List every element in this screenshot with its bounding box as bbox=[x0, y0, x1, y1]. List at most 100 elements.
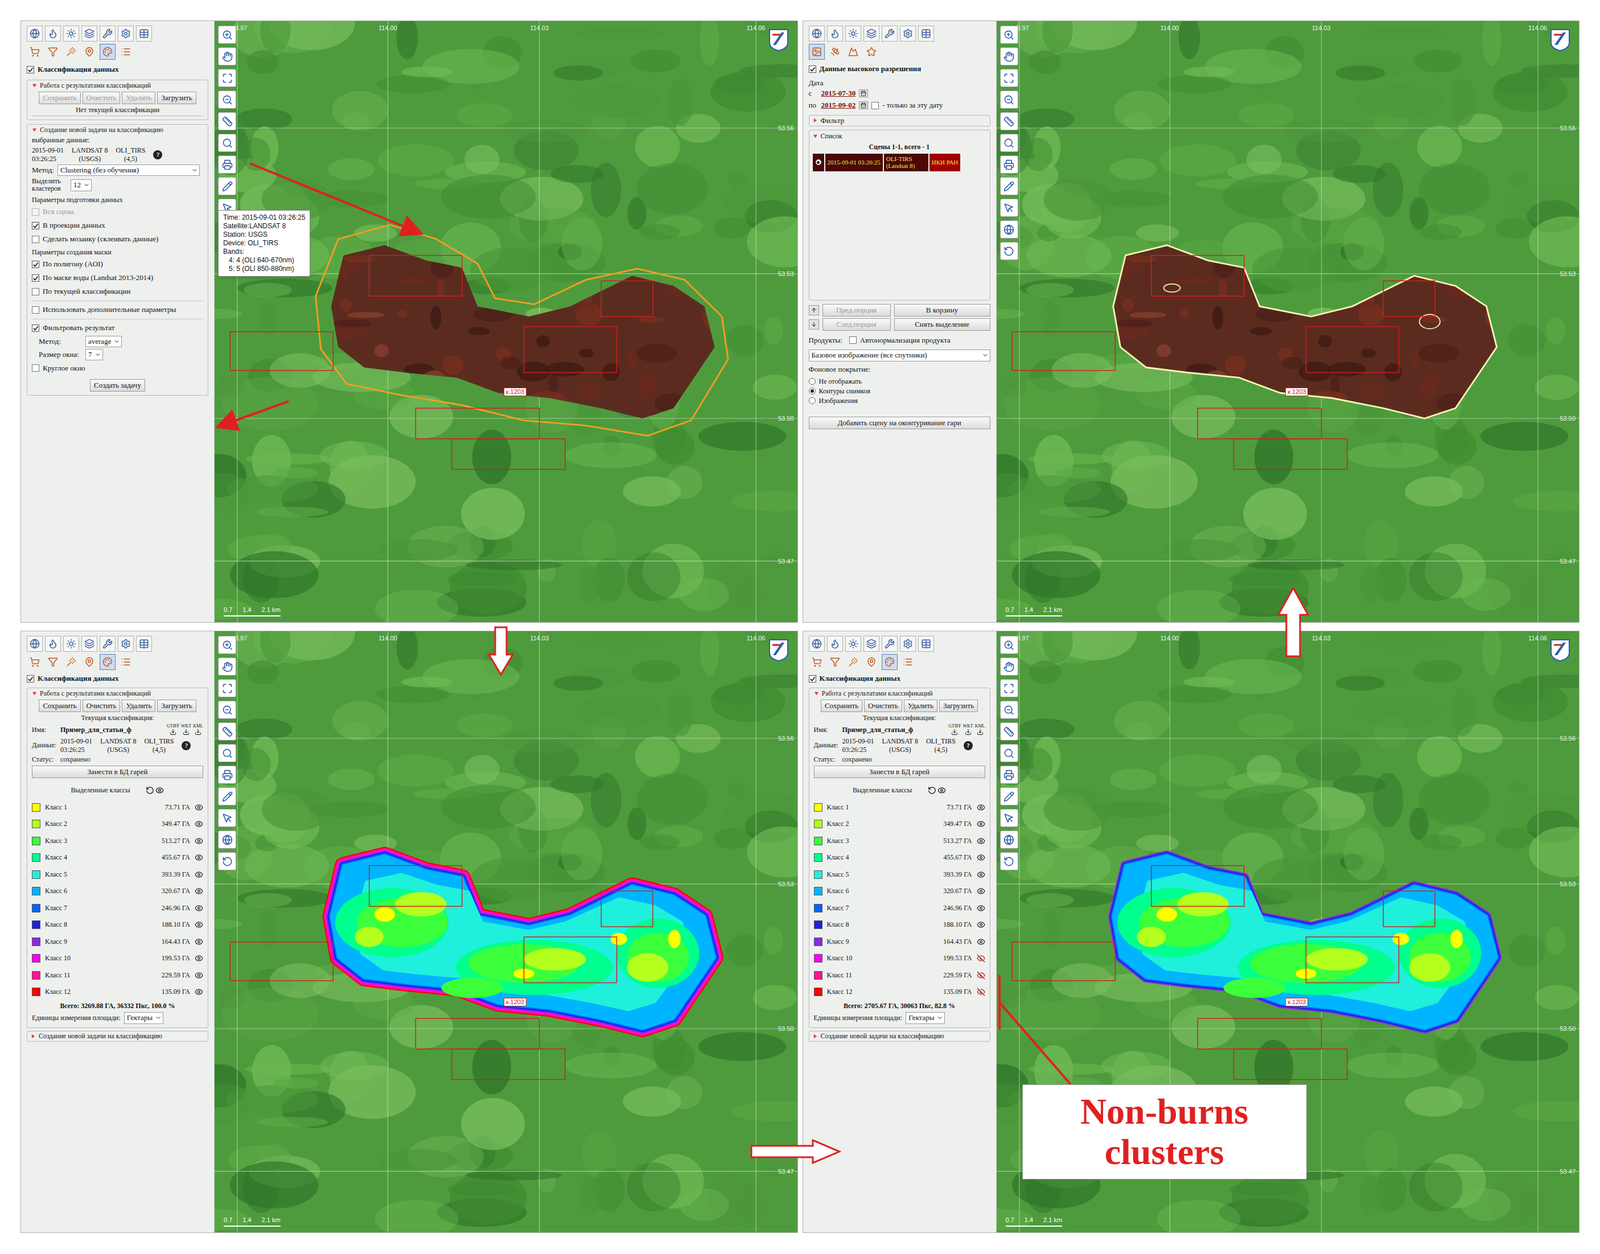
tool-tab[interactable] bbox=[63, 43, 80, 60]
eye-icon[interactable] bbox=[194, 920, 204, 929]
class-row[interactable]: Класс 7246.96 ГА bbox=[813, 899, 986, 917]
new-task-header[interactable]: Создание новой задачи на классификацию bbox=[808, 1030, 991, 1042]
fieldset-title[interactable]: Работа с результатами классификаций bbox=[31, 689, 204, 698]
map-tool-button[interactable] bbox=[1000, 198, 1019, 217]
button[interactable]: Загрузить bbox=[939, 699, 978, 713]
eye-icon[interactable] bbox=[976, 937, 986, 946]
class-row[interactable]: Класс 7246.96 ГА bbox=[31, 899, 204, 917]
tool-tab[interactable] bbox=[827, 654, 843, 670]
map-tool-button[interactable] bbox=[218, 112, 237, 131]
scene-row[interactable]: 2015-09-01 03:26:25OLI-TIRS (Landsat 8)И… bbox=[812, 153, 987, 172]
button[interactable]: В корзину bbox=[894, 303, 991, 317]
map[interactable]: 113.97114.00114.03114.0653.5653.5353.505… bbox=[214, 21, 798, 623]
checkbox-box[interactable] bbox=[31, 324, 40, 332]
map-tool-button[interactable] bbox=[218, 47, 237, 66]
tool-tab[interactable] bbox=[863, 43, 880, 60]
satellite-map[interactable] bbox=[996, 21, 1580, 623]
eye-icon[interactable] bbox=[194, 819, 204, 829]
class-row[interactable]: Класс 8188.10 ГА bbox=[813, 916, 986, 934]
button[interactable]: Удалить bbox=[903, 699, 938, 713]
map-tool-button[interactable] bbox=[218, 787, 237, 806]
map-tool-button[interactable] bbox=[218, 155, 237, 174]
tool-tab[interactable] bbox=[845, 43, 862, 60]
checkbox-box[interactable] bbox=[31, 364, 40, 372]
class-row[interactable]: Класс 10199.53 ГА bbox=[31, 949, 204, 968]
map-tool-button[interactable] bbox=[1000, 808, 1019, 828]
checkbox-box[interactable] bbox=[849, 336, 857, 344]
tool-button[interactable] bbox=[63, 635, 80, 652]
checkbox-box[interactable] bbox=[31, 208, 40, 216]
button[interactable]: Сохранить bbox=[38, 91, 81, 105]
map[interactable]: 113.97114.00114.03114.0653.5653.5353.505… bbox=[214, 631, 798, 1233]
help-icon[interactable]: ? bbox=[963, 741, 973, 751]
map-tool-button[interactable] bbox=[1000, 635, 1019, 655]
calendar-button[interactable] bbox=[858, 89, 869, 98]
checkbox-box[interactable] bbox=[31, 235, 40, 244]
button[interactable]: Очистить bbox=[82, 699, 121, 713]
tool-button[interactable] bbox=[863, 25, 880, 42]
toggle-all-icon[interactable] bbox=[145, 786, 155, 795]
tool-button[interactable] bbox=[136, 25, 152, 42]
class-row[interactable]: Класс 5393.39 ГА bbox=[813, 865, 986, 883]
class-row[interactable]: Класс 2349.47 ГА bbox=[813, 815, 986, 833]
button[interactable]: Очистить bbox=[864, 699, 903, 713]
radio[interactable]: Изображения bbox=[808, 396, 991, 406]
eye-off-icon[interactable] bbox=[976, 987, 986, 997]
tool-tab[interactable] bbox=[99, 654, 116, 670]
map-tool-button[interactable] bbox=[1000, 155, 1019, 174]
checkbox-box[interactable] bbox=[31, 260, 40, 269]
fire-label[interactable]: к.1203 bbox=[503, 997, 527, 1007]
map-tool-button[interactable] bbox=[218, 133, 237, 152]
checkbox[interactable]: Автонормализация продукта bbox=[849, 334, 951, 347]
checkbox[interactable]: Круглое окно bbox=[31, 362, 204, 374]
map-tool-button[interactable] bbox=[1000, 787, 1019, 806]
tool-tab[interactable] bbox=[845, 654, 862, 670]
map-tool-button[interactable] bbox=[1000, 47, 1019, 66]
tool-button[interactable] bbox=[808, 635, 825, 652]
checkbox[interactable]: По текущей классификации bbox=[31, 285, 204, 298]
format-link[interactable]: GTIFF bbox=[948, 724, 961, 736]
collapse-icon[interactable] bbox=[812, 133, 818, 139]
class-row[interactable]: Класс 3513.27 ГА bbox=[813, 832, 986, 850]
eye-icon[interactable] bbox=[194, 886, 204, 896]
button[interactable]: Занести в БД гарей bbox=[31, 765, 204, 779]
tool-tab[interactable] bbox=[117, 654, 134, 670]
eye-icon[interactable] bbox=[194, 836, 204, 846]
select[interactable]: Гектары bbox=[905, 1012, 945, 1024]
tool-button[interactable] bbox=[81, 25, 98, 42]
checkbox[interactable]: Использовать дополнительные параметры bbox=[31, 303, 204, 316]
checkbox-box[interactable] bbox=[31, 221, 40, 230]
eye-icon[interactable] bbox=[976, 903, 986, 913]
checkbox[interactable]: По маске воды (Landsat 2013-2014) bbox=[31, 272, 204, 285]
checkbox-box[interactable] bbox=[808, 675, 817, 683]
fieldset-title[interactable]: Работа с результатами классификаций bbox=[31, 81, 204, 90]
checkbox[interactable]: Классификация данных bbox=[808, 672, 991, 685]
map-tool-button[interactable] bbox=[218, 700, 237, 719]
class-row[interactable]: Класс 4455.67 ГА bbox=[31, 849, 204, 867]
map-tool-button[interactable] bbox=[1000, 220, 1019, 239]
eye-icon[interactable] bbox=[194, 971, 204, 980]
map-tool-button[interactable] bbox=[218, 852, 237, 871]
checkbox[interactable]: Вся сцена bbox=[31, 206, 204, 219]
order-button[interactable] bbox=[808, 305, 820, 316]
class-row[interactable]: Класс 3513.27 ГА bbox=[31, 832, 204, 850]
tool-button[interactable] bbox=[99, 25, 116, 42]
satellite-map[interactable] bbox=[214, 21, 798, 623]
class-row[interactable]: Класс 6320.67 ГА bbox=[813, 882, 986, 900]
tool-tab[interactable] bbox=[863, 654, 880, 670]
map-tool-button[interactable] bbox=[1000, 765, 1019, 784]
button[interactable]: След.порция bbox=[822, 318, 891, 331]
eye-icon[interactable] bbox=[194, 853, 204, 862]
format-link[interactable]: WKT bbox=[963, 724, 974, 736]
tool-button[interactable] bbox=[899, 635, 916, 652]
map-tool-button[interactable] bbox=[218, 90, 237, 109]
checkbox[interactable]: Сделать мозаику (склеивать данные) bbox=[31, 233, 204, 246]
tool-button[interactable] bbox=[117, 635, 134, 652]
eye-off-icon[interactable] bbox=[976, 953, 986, 963]
map-tool-button[interactable] bbox=[218, 830, 237, 849]
map-tool-button[interactable] bbox=[218, 743, 237, 763]
class-row[interactable]: Класс 12135.09 ГА bbox=[813, 983, 986, 1001]
checkbox-box[interactable] bbox=[26, 675, 35, 683]
checkbox[interactable]: - только за эту дату bbox=[871, 99, 943, 112]
map-tool-button[interactable] bbox=[1000, 830, 1019, 849]
